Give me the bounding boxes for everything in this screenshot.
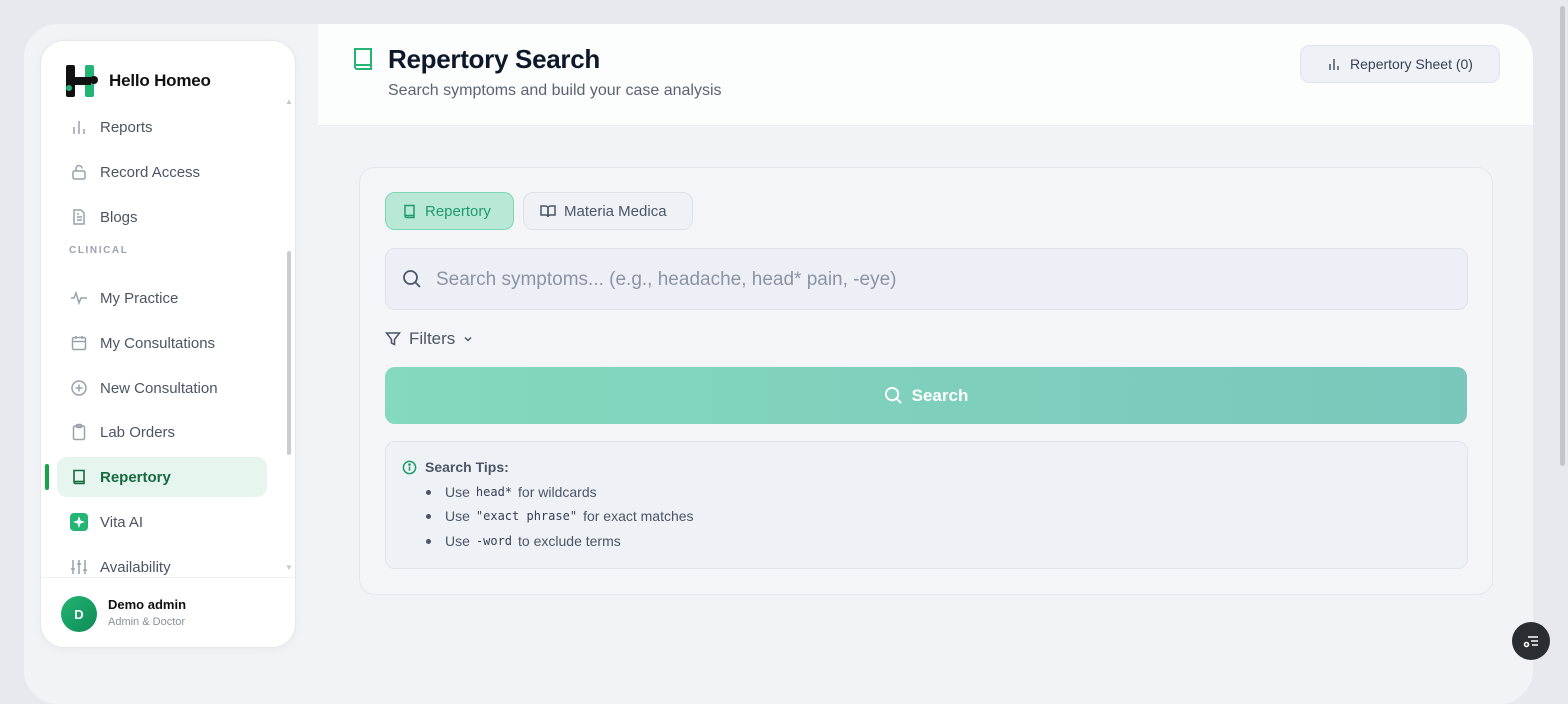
activity-icon [69,288,89,308]
bar-chart-icon [69,117,89,137]
tip-text: for wildcards [518,484,597,500]
filter-icon [385,332,401,346]
brand-name: Hello Homeo [109,71,211,90]
page-scrollbar-thumb[interactable] [1560,6,1565,466]
repertory-sheet-label: Repertory Sheet (0) [1350,56,1473,72]
sliders-icon [69,557,89,576]
sidebar-item-record-access[interactable]: Record Access [57,152,267,192]
list-item: Use "exact phrase" for exact matches [426,508,694,524]
lock-open-icon [69,162,89,182]
list-item: Use head* for wildcards [426,484,597,500]
search-field[interactable] [385,248,1468,310]
sidebar-item-label: Vita AI [100,513,144,531]
book-icon [69,467,89,487]
page-title: Repertory Search [388,44,600,74]
sidebar-item-reports[interactable]: Reports [57,107,267,147]
avatar: D [61,596,97,632]
clipboard-icon [69,422,89,442]
brand-logo[interactable]: Hello Homeo [63,61,283,101]
search-input[interactable] [434,259,1438,301]
tip-text: for exact matches [583,508,694,524]
floating-menu-button[interactable] [1512,622,1550,660]
tip-code: -word [475,534,513,548]
open-book-icon [540,204,556,217]
book-icon [352,47,374,76]
sidebar-item-label: Availability [100,558,171,576]
search-button[interactable]: Search [385,367,1467,424]
scroll-up-arrow[interactable]: ▲ [285,97,293,106]
sidebar-nav[interactable]: Reports Record Access Blogs CLINICAL My [41,91,295,576]
sidebar-item-availability[interactable]: Availability [57,547,267,576]
sparkle-icon [69,512,89,532]
bullet [426,538,431,544]
search-tips-heading: Search Tips: [402,459,509,475]
search-icon [403,270,421,288]
info-icon [402,460,417,474]
tab-label: Repertory [425,202,491,220]
list-item: Use -word to exclude terms [426,533,621,549]
section-label-clinical: CLINICAL [69,245,129,256]
bar-chart-icon [1329,59,1339,70]
tip-code: head* [475,485,513,499]
hello-homeo-logo-icon [66,65,98,97]
sidebar-item-vita-ai[interactable]: Vita AI [57,502,267,542]
filters-label: Filters [409,329,456,348]
search-tips: Search Tips: Use head* for wildcards Use… [385,441,1468,569]
sidebar-item-label: Record Access [100,163,201,181]
user-role: Admin & Doctor [108,616,186,628]
bullet [426,513,431,519]
document-icon [69,207,89,227]
sidebar-item-label: Reports [100,118,153,136]
sidebar-item-blogs[interactable]: Blogs [57,197,267,237]
tab-repertory[interactable]: Repertory [385,192,514,230]
sidebar-item-label: Blogs [100,208,138,226]
sidebar-item-lab-orders[interactable]: Lab Orders [57,412,267,452]
sidebar-item-label: New Consultation [100,379,218,397]
tip-text: Use [445,484,470,500]
search-tips-title: Search Tips: [425,459,509,475]
search-icon [884,386,902,404]
sidebar-item-label: My Practice [100,289,179,307]
sidebar-scrollbar-thumb[interactable] [287,251,291,455]
sidebar-item-label: My Consultations [100,334,216,352]
tab-label: Materia Medica [564,202,667,220]
plus-circle-icon [69,378,89,398]
tip-text: to exclude terms [518,533,621,549]
sidebar: Hello Homeo Reports Record Access Blogs … [40,40,296,648]
tip-text: Use [445,533,470,549]
app-frame: Hello Homeo Reports Record Access Blogs … [24,24,1533,704]
sidebar-item-repertory[interactable]: Repertory [57,457,267,497]
calendar-icon [69,333,89,353]
page-subtitle: Search symptoms and build your case anal… [388,82,722,99]
user-name: Demo admin [108,597,187,612]
bullet [426,489,431,495]
sidebar-item-new-consultation[interactable]: New Consultation [57,368,267,408]
page-header: Repertory Search Search symptoms and bui… [318,24,1533,126]
filters-toggle[interactable]: Filters [385,328,474,350]
active-indicator [45,464,49,490]
book-icon [404,204,415,218]
repertory-sheet-button[interactable]: Repertory Sheet (0) [1300,45,1500,83]
search-button-label: Search [911,385,969,405]
sidebar-item-label: Repertory [100,468,171,486]
list-settings-icon [1523,636,1538,648]
user-profile[interactable]: D Demo admin Admin & Doctor [41,577,295,647]
sidebar-item-label: Lab Orders [100,423,176,441]
tip-code: "exact phrase" [475,509,578,523]
scroll-down-arrow[interactable]: ▼ [285,563,293,572]
sidebar-item-my-consultations[interactable]: My Consultations [57,323,267,363]
tab-materia-medica[interactable]: Materia Medica [523,192,693,230]
search-card: Repertory Materia Medica Filters Search … [359,167,1493,595]
chevron-down-icon [464,336,472,342]
sidebar-item-my-practice[interactable]: My Practice [57,278,267,318]
tip-text: Use [445,508,470,524]
